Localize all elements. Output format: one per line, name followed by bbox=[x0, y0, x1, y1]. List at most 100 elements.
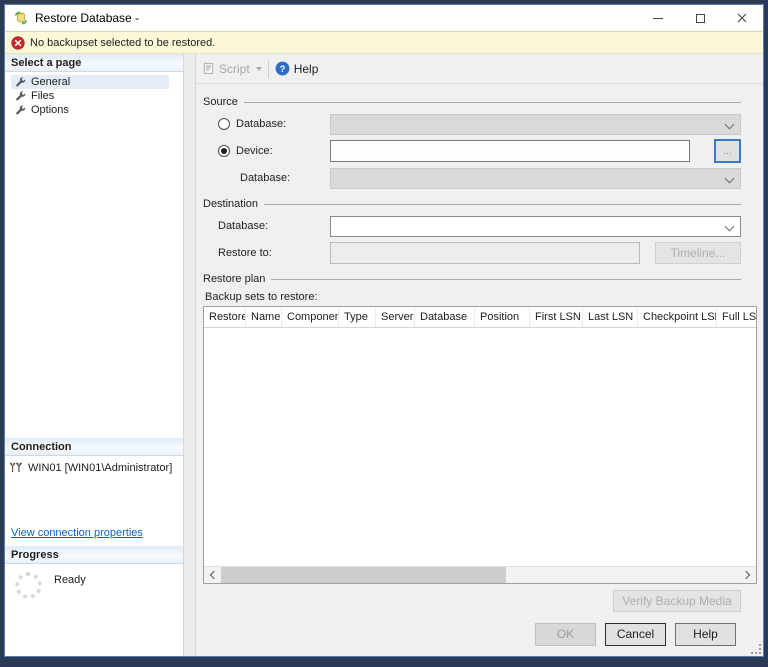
scroll-right-button[interactable] bbox=[739, 567, 756, 583]
grid-column-header[interactable]: Full LSN bbox=[717, 307, 756, 327]
grid-column-header[interactable]: Last LSN bbox=[583, 307, 638, 327]
window-title: Restore Database - bbox=[35, 11, 140, 25]
restore-plan-title-label: Restore plan bbox=[203, 273, 266, 285]
scroll-right-icon bbox=[741, 570, 751, 580]
source-title-label: Source bbox=[203, 96, 238, 108]
source-device-label: Device: bbox=[236, 145, 273, 157]
progress-panel: Ready bbox=[5, 564, 183, 656]
resize-grip[interactable] bbox=[751, 644, 761, 654]
close-icon bbox=[737, 13, 747, 23]
warning-text: No backupset selected to be restored. bbox=[30, 36, 216, 49]
pane-splitter[interactable] bbox=[183, 54, 196, 656]
page-item-label: Options bbox=[31, 104, 69, 116]
backup-sets-grid[interactable]: Restore Name Component Type Server Database Po… bbox=[203, 306, 757, 584]
grid-column-header[interactable]: Component bbox=[282, 307, 339, 327]
backup-sets-label: Backup sets to restore: bbox=[205, 291, 318, 303]
connection-header: Connection bbox=[5, 438, 183, 456]
general-page: Source Database: Device: ... Database: D… bbox=[196, 84, 763, 656]
grid-column-header[interactable]: First LSN bbox=[530, 307, 583, 327]
horizontal-scrollbar[interactable] bbox=[204, 566, 756, 583]
grid-header-row: Restore Name Component Type Server Database Po… bbox=[204, 307, 756, 328]
chevron-down-icon bbox=[724, 173, 735, 183]
grid-column-header[interactable]: Server bbox=[376, 307, 415, 327]
help-icon: ? bbox=[275, 61, 290, 76]
destination-title-label: Destination bbox=[203, 198, 259, 210]
dialog-footer: OK Cancel Help bbox=[203, 612, 758, 656]
restore-database-icon bbox=[13, 10, 29, 26]
help-button[interactable]: ? Help bbox=[275, 61, 319, 76]
connection-item: WIN01 [WIN01\Administrator] bbox=[9, 462, 179, 475]
restore-to-input bbox=[330, 242, 640, 264]
grid-column-header[interactable]: Restore bbox=[204, 307, 246, 327]
svg-text:?: ? bbox=[279, 64, 285, 74]
grid-column-header[interactable]: Database bbox=[415, 307, 475, 327]
connection-panel: WIN01 [WIN01\Administrator] View connect… bbox=[5, 456, 183, 546]
error-icon bbox=[11, 35, 25, 50]
window-frame: Restore Database - No backupset selected… bbox=[0, 0, 768, 667]
restore-database-dialog: Restore Database - No backupset selected… bbox=[4, 4, 764, 657]
progress-header: Progress bbox=[5, 546, 183, 564]
source-device-radio[interactable] bbox=[218, 145, 230, 157]
scrollbar-thumb[interactable] bbox=[221, 567, 506, 583]
progress-spinner-icon bbox=[15, 572, 42, 599]
warning-banner: No backupset selected to be restored. bbox=[5, 31, 763, 54]
grid-column-header[interactable]: Type bbox=[339, 307, 376, 327]
close-button[interactable] bbox=[721, 5, 763, 31]
help-label: Help bbox=[293, 61, 319, 76]
toolbar-separator bbox=[267, 59, 269, 78]
title-bar[interactable]: Restore Database - bbox=[5, 5, 763, 31]
select-a-page-header: Select a page bbox=[5, 54, 183, 72]
minimize-button[interactable] bbox=[637, 5, 679, 31]
scroll-left-icon bbox=[209, 570, 219, 580]
grid-body-empty bbox=[204, 328, 756, 566]
script-label: Script bbox=[219, 61, 250, 76]
progress-status: Ready bbox=[54, 574, 86, 586]
page-item-label: General bbox=[31, 76, 71, 88]
destination-database-label: Database: bbox=[218, 220, 269, 232]
grid-column-header[interactable]: Name bbox=[246, 307, 282, 327]
connection-server: WIN01 [WIN01\Administrator] bbox=[28, 462, 173, 474]
maximize-button[interactable] bbox=[679, 5, 721, 31]
sidebar: Select a page General Files Options Conn… bbox=[5, 54, 183, 656]
timeline-button[interactable]: Timeline... bbox=[655, 242, 741, 264]
sidebar-page-item[interactable]: Files bbox=[11, 89, 169, 103]
restore-plan-rule bbox=[271, 278, 741, 280]
grid-column-header[interactable]: Checkpoint LSN bbox=[638, 307, 717, 327]
page-list: General Files Options bbox=[5, 72, 183, 119]
chevron-down-icon bbox=[724, 221, 735, 231]
main-pane: Script ? Help Source Database: Device: .… bbox=[196, 54, 763, 656]
source-database-combo bbox=[330, 113, 741, 135]
destination-group-title: Destination bbox=[203, 198, 741, 210]
wrench-icon bbox=[16, 76, 26, 86]
page-item-label: Files bbox=[31, 90, 55, 102]
browse-device-button[interactable]: ... bbox=[714, 139, 741, 163]
scrollbar-track[interactable] bbox=[221, 567, 739, 583]
script-dropdown-icon bbox=[255, 66, 262, 71]
source-device-database-label: Database: bbox=[240, 172, 291, 184]
maximize-icon bbox=[695, 13, 705, 23]
sidebar-page-item[interactable]: Options bbox=[11, 103, 169, 117]
window-controls bbox=[637, 5, 763, 31]
script-button[interactable]: Script bbox=[202, 62, 262, 76]
toolbar: Script ? Help bbox=[196, 54, 763, 84]
source-database-label: Database: bbox=[236, 118, 287, 130]
wrench-icon bbox=[16, 104, 26, 114]
ok-button[interactable]: OK bbox=[535, 622, 596, 646]
device-database-combo bbox=[330, 167, 741, 189]
source-database-radio[interactable] bbox=[218, 118, 230, 130]
destination-database-combo[interactable] bbox=[330, 215, 741, 237]
verify-backup-media-button[interactable]: Verify Backup Media bbox=[613, 590, 741, 612]
destination-rule bbox=[264, 203, 741, 205]
view-connection-properties-link[interactable]: View connection properties bbox=[11, 527, 143, 539]
help-footer-button[interactable]: Help bbox=[675, 622, 736, 646]
grid-column-header[interactable]: Position bbox=[475, 307, 530, 327]
script-icon bbox=[203, 62, 214, 75]
sidebar-page-item[interactable]: General bbox=[11, 75, 170, 89]
wrench-icon bbox=[16, 90, 26, 100]
device-input[interactable] bbox=[330, 140, 690, 162]
connection-user-icon bbox=[9, 462, 22, 472]
scroll-left-button[interactable] bbox=[204, 567, 221, 583]
cancel-button[interactable]: Cancel bbox=[605, 622, 666, 646]
minimize-icon bbox=[653, 17, 663, 19]
